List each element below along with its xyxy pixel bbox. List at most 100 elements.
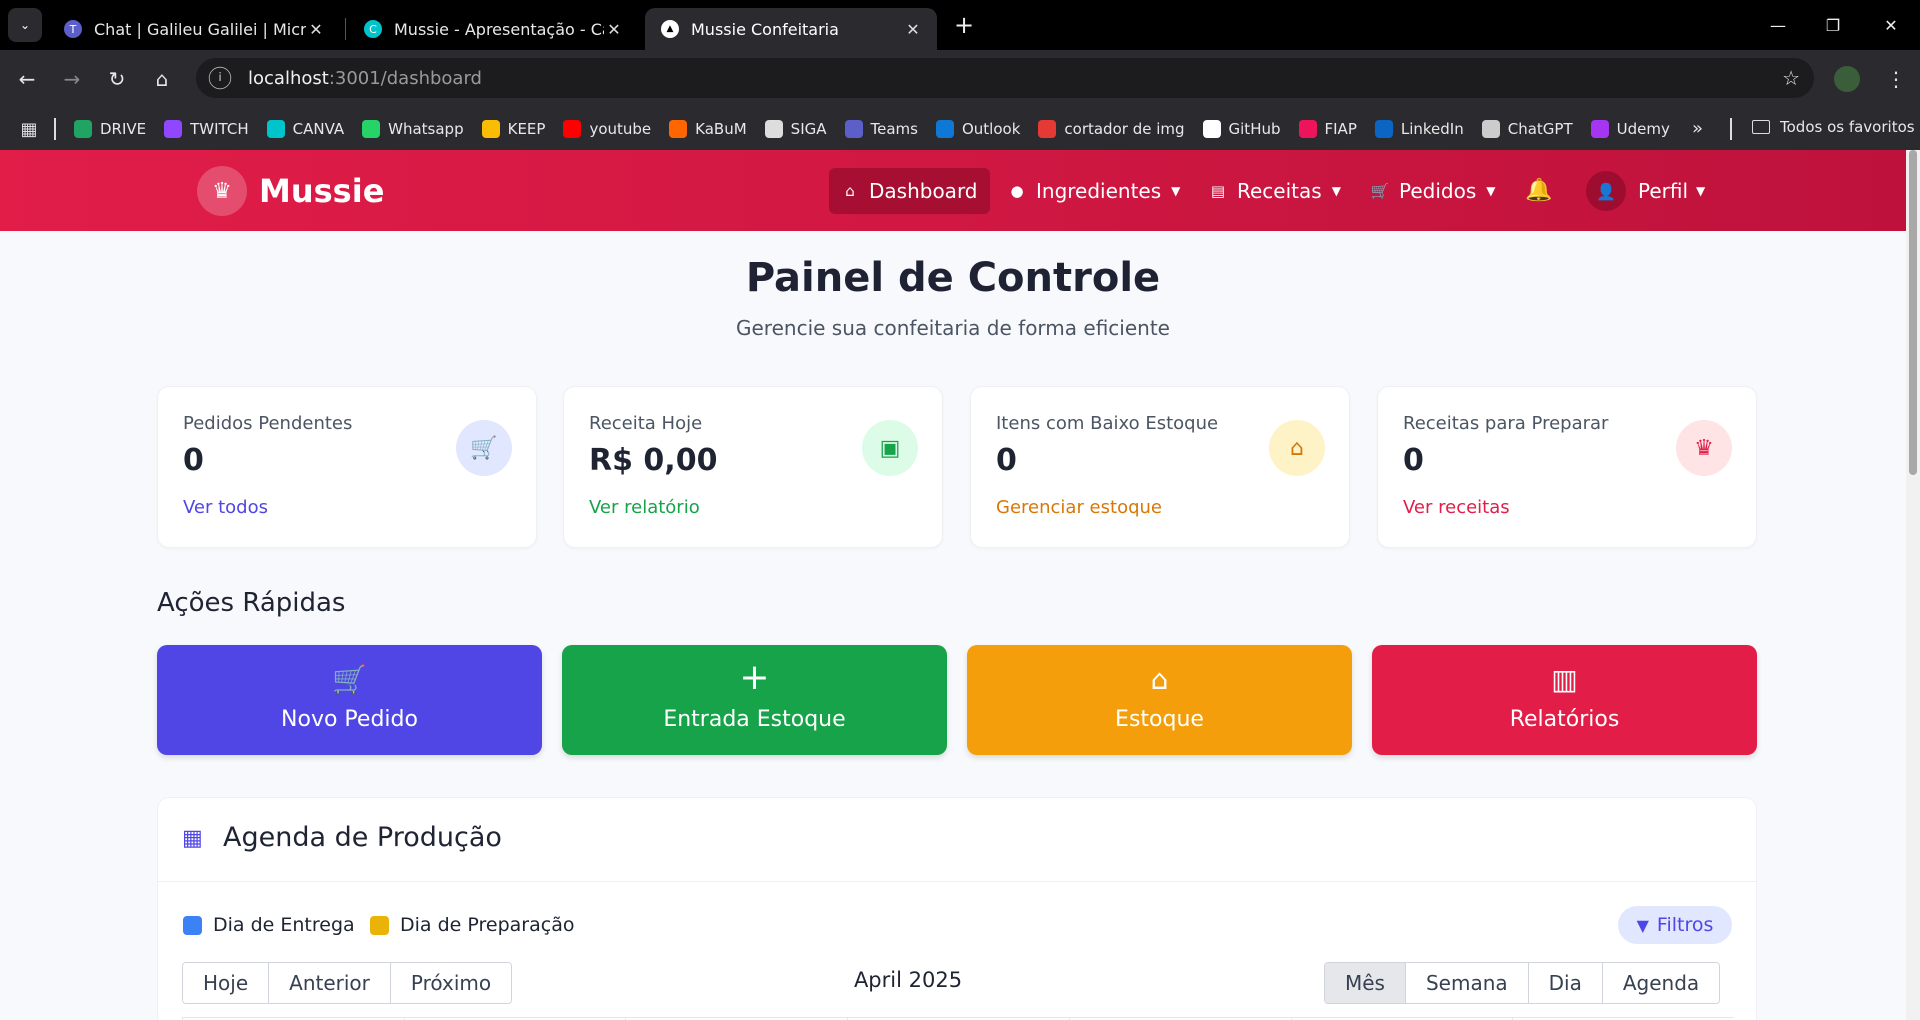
chevron-down-icon: ▼	[1696, 184, 1706, 198]
more-menu-icon[interactable]: ⋮	[1884, 62, 1908, 96]
nav-receitas[interactable]: ▤ Receitas ▼	[1197, 168, 1353, 214]
nav-perfil[interactable]: 👤 Perfil ▼	[1586, 168, 1705, 214]
vercel-icon: ▲	[661, 20, 679, 38]
nav-ingredientes[interactable]: ● Ingredientes ▼	[996, 168, 1192, 214]
browser-tab-canva[interactable]: C Mussie - Apresentação - Canva ✕	[348, 8, 638, 50]
browser-toolbar: ← → ↻ ⌂ i localhost:3001/dashboard ☆ ⋮	[0, 50, 1920, 108]
bookmark-list: DRIVE TWITCH CANVA Whatsapp KEEP youtube KaBuM…	[74, 120, 1688, 138]
bookmark-favicon-icon	[1481, 120, 1500, 138]
plus-icon: +	[739, 657, 770, 698]
minimize-icon[interactable]: —	[1755, 8, 1801, 42]
stat-card-receita: Receita Hoje R$ 0,00 Ver relatório ▣	[563, 386, 943, 548]
bookmark-item[interactable]: TWITCH	[164, 120, 249, 138]
bookmark-favicon-icon	[74, 120, 92, 138]
apps-grid-icon[interactable]: ▦	[18, 118, 40, 140]
stat-value: 0	[1403, 443, 1424, 478]
stat-link-ver-receitas[interactable]: Ver receitas	[1403, 497, 1510, 518]
novo-pedido-button[interactable]: 🛒 Novo Pedido	[157, 645, 542, 755]
bookmark-item[interactable]: Outlook	[935, 120, 1020, 138]
estoque-button[interactable]: ⌂ Estoque	[967, 645, 1352, 755]
restore-icon[interactable]: ❐	[1810, 8, 1856, 42]
stat-link-gerenciar-estoque[interactable]: Gerenciar estoque	[996, 497, 1162, 518]
relatorios-button[interactable]: ▥ Relatórios	[1372, 645, 1757, 755]
back-icon[interactable]: ←	[10, 62, 44, 96]
cart-icon: 🛒	[332, 663, 367, 696]
chef-hat-icon: ♛	[197, 166, 247, 216]
money-icon: ▣	[862, 420, 918, 476]
bookmark-item[interactable]: DRIVE	[74, 120, 146, 138]
bookmark-item[interactable]: Udemy	[1590, 120, 1670, 138]
nav-pedidos[interactable]: 🛒 Pedidos ▼	[1359, 168, 1508, 214]
hoje-button[interactable]: Hoje	[183, 963, 270, 1003]
bookmark-item[interactable]: Whatsapp	[362, 120, 464, 138]
chart-icon: ▥	[1551, 663, 1578, 696]
agenda-title: Agenda de Produção	[223, 822, 502, 853]
bookmark-item[interactable]: Teams	[844, 120, 918, 138]
list-icon: ▤	[1210, 182, 1226, 200]
page-scrollbar-thumb[interactable]	[1909, 150, 1917, 475]
legend-swatch	[370, 915, 389, 935]
new-tab-button[interactable]: +	[949, 10, 979, 40]
stat-card-receitas: Receitas para Preparar 0 Ver receitas ♛	[1377, 386, 1757, 548]
stat-link-ver-relatorio[interactable]: Ver relatório	[589, 497, 700, 518]
entrada-estoque-button[interactable]: + Entrada Estoque	[562, 645, 947, 755]
browser-tab-teams[interactable]: T Chat | Galileu Galilei | Microsoft ✕	[48, 8, 340, 50]
bookmark-favicon-icon	[563, 120, 582, 138]
close-icon[interactable]: ✕	[604, 20, 624, 39]
stat-card-pedidos: Pedidos Pendentes 0 Ver todos 🛒	[157, 386, 537, 548]
more-bookmarks-icon[interactable]: »	[1692, 118, 1703, 139]
filter-icon: ▼	[1636, 915, 1649, 935]
nav-dashboard[interactable]: ⌂ Dashboard	[829, 168, 990, 214]
bookmark-item[interactable]: SIGA	[764, 120, 827, 138]
bookmark-item[interactable]: CANVA	[266, 120, 344, 138]
bookmark-item[interactable]: KEEP	[481, 120, 545, 138]
bookmark-item[interactable]: ChatGPT	[1481, 120, 1573, 138]
bell-icon[interactable]: 🔔	[1525, 178, 1552, 203]
bookmark-favicon-icon	[935, 120, 954, 138]
profile-avatar[interactable]	[1834, 66, 1860, 92]
cart-icon: 🛒	[456, 420, 512, 476]
browser-tab-mussie[interactable]: ▲ Mussie Confeitaria ✕	[645, 8, 937, 50]
chevron-down-icon: ▼	[1486, 184, 1496, 198]
bookmarks-divider	[54, 118, 56, 140]
anterior-button[interactable]: Anterior	[269, 963, 391, 1003]
bookmark-favicon-icon	[362, 120, 381, 138]
bookmark-label: cortador de img	[1064, 120, 1185, 138]
bookmark-item[interactable]: cortador de img	[1038, 120, 1185, 138]
chevron-down-icon: ▼	[1331, 184, 1341, 198]
bookmark-favicon-icon	[844, 120, 863, 138]
reload-icon[interactable]: ↻	[100, 62, 134, 96]
bookmark-item[interactable]: FIAP	[1298, 120, 1357, 138]
view-dia-button[interactable]: Dia	[1528, 963, 1603, 1003]
bookmark-label: FIAP	[1324, 120, 1357, 138]
bookmark-item[interactable]: LinkedIn	[1374, 120, 1464, 138]
stat-link-ver-todos[interactable]: Ver todos	[183, 497, 268, 518]
view-semana-button[interactable]: Semana	[1405, 963, 1529, 1003]
bookmark-favicon-icon	[164, 120, 183, 138]
window-close-icon[interactable]: ✕	[1868, 8, 1914, 42]
agenda-card: ▦ Agenda de Produção Dia de Entrega Dia …	[157, 797, 1757, 1020]
proximo-button[interactable]: Próximo	[390, 963, 512, 1003]
bookmark-item[interactable]: GitHub	[1202, 120, 1281, 138]
bookmark-favicon-icon	[1038, 120, 1057, 138]
filtros-button[interactable]: ▼ Filtros	[1618, 906, 1732, 944]
home-icon: ⌂	[845, 182, 855, 200]
bookmark-item[interactable]: KaBuM	[669, 120, 747, 138]
bookmark-label: KaBuM	[695, 120, 747, 138]
all-bookmarks-folder[interactable]: Todos os favoritos	[1752, 118, 1915, 136]
bookmark-star-icon[interactable]: ☆	[1782, 66, 1800, 90]
bookmark-favicon-icon	[481, 120, 500, 138]
close-icon[interactable]: ✕	[903, 20, 923, 39]
brand[interactable]: ♛ Mussie	[197, 166, 384, 216]
tab-search-button[interactable]: ⌄	[8, 8, 42, 42]
close-icon[interactable]: ✕	[306, 20, 326, 39]
home-icon[interactable]: ⌂	[145, 62, 179, 96]
view-mes-button[interactable]: Mês	[1325, 963, 1406, 1003]
site-info-icon[interactable]: i	[208, 66, 232, 90]
address-bar[interactable]: i localhost:3001/dashboard ☆	[196, 58, 1814, 98]
view-agenda-button[interactable]: Agenda	[1602, 963, 1720, 1003]
warehouse-icon: ⌂	[1150, 663, 1169, 696]
bookmark-item[interactable]: youtube	[563, 120, 651, 138]
forward-icon[interactable]: →	[55, 62, 89, 96]
bookmark-favicon-icon	[1202, 120, 1221, 138]
